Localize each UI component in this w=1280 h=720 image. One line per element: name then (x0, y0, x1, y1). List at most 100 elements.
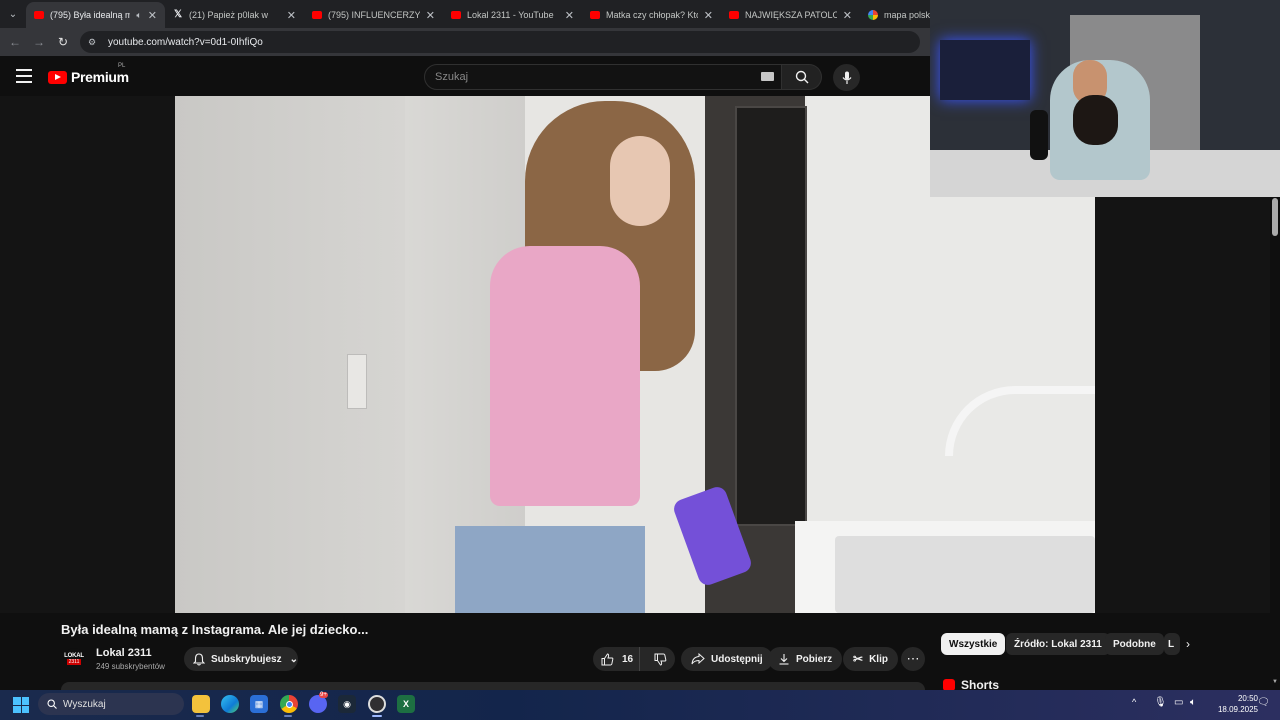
youtube-icon (312, 11, 322, 19)
subscriber-count: 249 subskrybentów (96, 662, 165, 671)
menu-icon[interactable] (16, 69, 32, 83)
youtube-icon (729, 11, 739, 19)
system-clock[interactable]: 20:50 18.09.2025 (1208, 693, 1258, 715)
dislike-button[interactable] (646, 647, 675, 671)
more-actions-button[interactable]: ⋯ (901, 647, 925, 671)
youtube-icon (34, 11, 44, 19)
logo-text: Premium (71, 69, 129, 85)
taskbar-search-placeholder: Wyszukaj (63, 698, 106, 710)
chevron-right-icon[interactable]: › (1186, 637, 1190, 651)
like-dislike-group: 16 (593, 647, 675, 671)
discord-icon[interactable]: 9+ (309, 692, 328, 713)
excel-icon[interactable]: X (397, 695, 415, 713)
dog (1073, 95, 1118, 145)
youtube-premium-logo[interactable]: Premium PL (48, 63, 129, 85)
channel-avatar[interactable]: LOKAL 2311 (63, 648, 85, 670)
scissors-icon: ✂ (853, 652, 864, 666)
taskbar-search[interactable]: Wyszukaj (38, 693, 184, 715)
tab-1[interactable]: (795) Była idealną ma 🔈︎ ✕ (26, 2, 165, 28)
address-bar[interactable]: ⚙ youtube.com/watch?v=0d1-0IhfiQo (80, 31, 920, 53)
share-icon (691, 653, 705, 665)
close-icon[interactable]: ✕ (565, 9, 574, 22)
like-count: 16 (622, 653, 634, 665)
tab-3[interactable]: (795) INFLUENCERZY OFI ✕ (304, 2, 443, 28)
chevron-up-icon[interactable]: ^ (1132, 697, 1136, 707)
store-icon[interactable]: ▦ (250, 695, 268, 713)
chip-source[interactable]: Źródło: Lokal 2311 (1006, 633, 1110, 655)
running-indicator (284, 715, 292, 717)
tab-title: NAJWIĘKSZA PATOLOGIA (745, 10, 837, 20)
microphone-icon[interactable]: 🎙︎ (1154, 697, 1167, 708)
bell-icon (193, 652, 205, 666)
thumbs-up-icon (601, 652, 614, 665)
google-icon (868, 10, 878, 20)
woman-figure (455, 96, 754, 613)
youtube-icon (451, 11, 461, 19)
subscribe-button[interactable]: Subskrybujesz ⌄ (184, 647, 298, 671)
volume-icon[interactable]: 🔈︎ (1190, 697, 1196, 708)
url-text: youtube.com/watch?v=0d1-0IhfiQo (108, 36, 263, 48)
clip-button[interactable]: ✂ Klip (843, 647, 898, 671)
search-input[interactable]: Szukaj (424, 64, 782, 90)
tab-title: (21) Papież p0lak w (189, 10, 269, 20)
description-box[interactable] (61, 682, 925, 690)
tab-4[interactable]: Lokal 2311 - YouTube ✕ (443, 2, 582, 28)
tab-2[interactable]: 𝕏 (21) Papież p0lak w ✕ (165, 2, 304, 28)
chip-more[interactable]: L (1164, 633, 1180, 655)
voice-search-button[interactable] (833, 64, 860, 91)
notification-icon[interactable]: 🗨︎ (1257, 697, 1270, 708)
speaker-icon[interactable]: 🔈︎ (136, 10, 141, 21)
microphone-icon (842, 71, 851, 84)
search-icon (795, 70, 808, 84)
tab-search-icon[interactable]: ⌄ (0, 0, 26, 28)
discord-badge: 9+ (319, 692, 328, 698)
close-icon[interactable]: ✕ (704, 9, 713, 22)
microphone (1030, 110, 1048, 160)
tab-6[interactable]: NAJWIĘKSZA PATOLOGIA ✕ (721, 2, 860, 28)
file-explorer-icon[interactable] (192, 695, 210, 713)
avatar-text: 2311 (66, 659, 82, 665)
download-icon (779, 654, 789, 665)
steam-icon[interactable]: ◉ (338, 695, 356, 713)
windows-start-icon[interactable] (13, 697, 29, 713)
search-button[interactable] (782, 64, 822, 90)
scrollbar-thumb[interactable] (1272, 198, 1278, 236)
x-icon: 𝕏 (173, 9, 183, 20)
like-button[interactable]: 16 (593, 647, 640, 671)
scrollbar[interactable] (1270, 197, 1280, 690)
network-icon[interactable]: ▭ (1174, 697, 1183, 708)
close-icon[interactable]: ✕ (287, 9, 296, 22)
clock-date: 18.09.2025 (1217, 705, 1258, 714)
tab-5[interactable]: Matka czy chłopak? Kto m ✕ (582, 2, 721, 28)
clip-label: Klip (869, 653, 888, 665)
keyboard-icon[interactable] (761, 72, 774, 81)
edge-icon[interactable] (221, 695, 239, 713)
close-icon[interactable]: ✕ (843, 9, 852, 22)
scroll-down-icon[interactable]: ▼ (1270, 679, 1280, 685)
tab-title: (795) INFLUENCERZY OFI (328, 10, 420, 20)
youtube-icon (590, 11, 600, 19)
chip-related[interactable]: Podobne (1105, 633, 1164, 655)
back-icon[interactable]: ← (8, 35, 22, 49)
clock-time: 20:50 (1237, 694, 1258, 703)
obs-icon[interactable] (368, 695, 386, 713)
share-button[interactable]: Udostępnij (681, 647, 773, 671)
reload-icon[interactable]: ↻ (56, 35, 70, 49)
running-indicator (196, 715, 204, 717)
active-indicator (372, 715, 382, 717)
close-icon[interactable]: ✕ (148, 9, 157, 22)
video-title: Była idealną mamą z Instagrama. Ale jej … (61, 622, 369, 637)
search-icon (47, 699, 57, 709)
chevron-down-icon: ⌄ (289, 653, 298, 665)
download-button[interactable]: Pobierz (768, 647, 843, 671)
share-label: Udostępnij (711, 653, 763, 665)
site-info-icon[interactable]: ⚙ (88, 36, 100, 48)
youtube-logo-icon (48, 70, 67, 84)
chip-all[interactable]: Wszystkie (941, 633, 1006, 655)
close-icon[interactable]: ✕ (426, 9, 435, 22)
chrome-icon[interactable] (280, 695, 298, 713)
channel-name[interactable]: Lokal 2311 (96, 647, 152, 659)
thumbs-down-icon (654, 653, 667, 666)
forward-icon[interactable]: → (32, 35, 46, 49)
tab-title: (795) Była idealną ma (50, 10, 131, 20)
